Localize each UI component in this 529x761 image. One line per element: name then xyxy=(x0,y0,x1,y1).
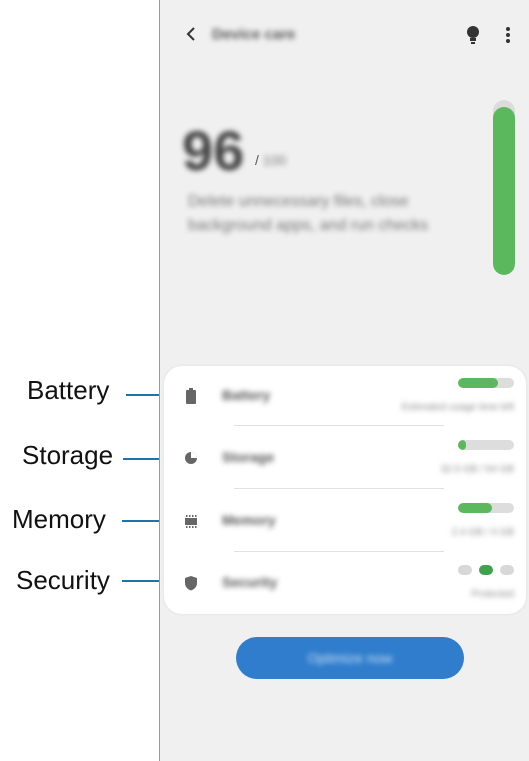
chevron-left-icon[interactable] xyxy=(182,25,200,43)
page-title: Device care xyxy=(212,26,296,43)
score-max-value: 100 xyxy=(262,152,287,168)
security-dot-2 xyxy=(479,565,493,575)
battery-label: Battery xyxy=(222,387,271,403)
security-dot-3 xyxy=(500,565,514,575)
security-status-dots xyxy=(458,565,514,575)
storage-item[interactable]: Storage 32.5 GB / 64 GB xyxy=(164,428,526,488)
storage-label: Storage xyxy=(222,449,275,465)
divider xyxy=(234,488,444,489)
battery-level-bar xyxy=(458,378,514,388)
shield-icon xyxy=(185,576,197,591)
lightbulb-icon[interactable] xyxy=(465,24,481,46)
callout-security: Security xyxy=(16,565,110,595)
optimize-now-label: Optimize now xyxy=(307,650,393,666)
memory-status: 2.4 GB / 4 GB xyxy=(451,527,514,538)
battery-icon xyxy=(186,388,196,404)
storage-status: 32.5 GB / 64 GB xyxy=(440,464,514,475)
memory-label: Memory xyxy=(222,512,276,528)
divider xyxy=(234,425,444,426)
score-max: / 100 xyxy=(255,152,286,168)
memory-chip-icon xyxy=(185,515,197,528)
storage-pie-icon xyxy=(185,452,197,464)
battery-status: Estimated usage time left xyxy=(401,402,514,413)
memory-level-bar xyxy=(458,503,514,513)
security-status: Protected xyxy=(471,589,514,600)
callout-battery: Battery xyxy=(27,375,110,405)
callout-storage: Storage xyxy=(22,440,114,470)
score-slash: / xyxy=(255,152,259,168)
memory-item[interactable]: Memory 2.4 GB / 4 GB xyxy=(164,491,526,551)
security-dot-1 xyxy=(458,565,472,575)
device-care-screen: Device care 96 / 100 Delete unnecessary … xyxy=(159,0,529,761)
memory-level-fill xyxy=(458,503,492,513)
battery-level-fill xyxy=(458,378,499,388)
storage-level-bar xyxy=(458,440,514,450)
score-level-fill xyxy=(493,107,515,275)
battery-item[interactable]: Battery Estimated usage time left xyxy=(164,366,526,426)
device-care-card: Battery Estimated usage time left Storag… xyxy=(164,366,526,614)
storage-level-fill xyxy=(458,440,467,450)
callout-memory: Memory xyxy=(12,504,106,534)
more-vertical-icon[interactable] xyxy=(504,24,512,46)
optimize-now-button[interactable]: Optimize now xyxy=(236,637,464,679)
score-description: Delete unnecessary files, close backgrou… xyxy=(188,193,429,234)
security-label: Security xyxy=(222,574,278,590)
score-value: 96 xyxy=(182,119,245,182)
divider xyxy=(234,551,444,552)
score-level-bar xyxy=(493,100,515,275)
security-item[interactable]: Security Protected xyxy=(164,553,526,613)
